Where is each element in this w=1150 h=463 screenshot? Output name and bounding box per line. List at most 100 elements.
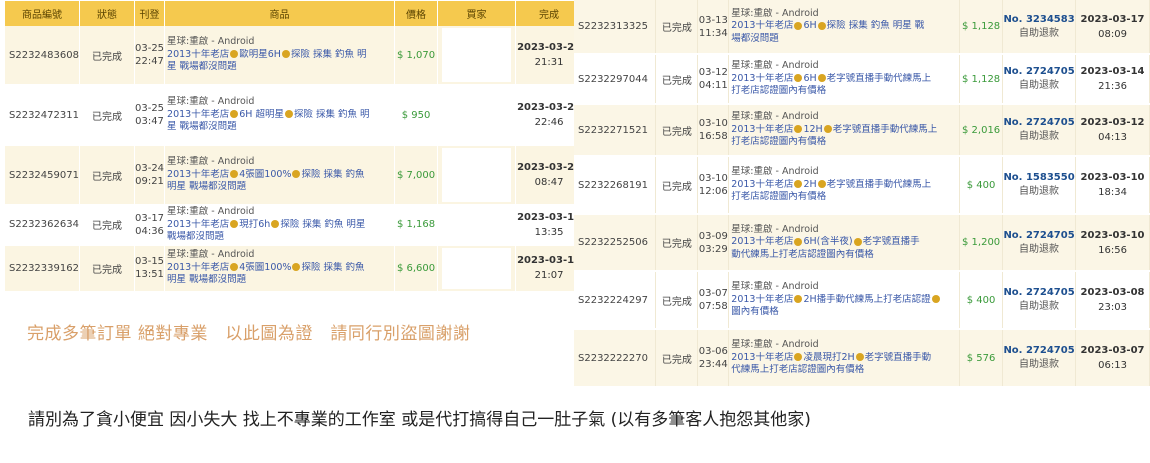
header-price[interactable]: 價格 <box>394 1 439 26</box>
buyer-no[interactable]: No. 2724705 <box>1003 345 1074 356</box>
medal-icon <box>230 50 239 59</box>
buyer-no-cell[interactable]: No. 2724705 自助退款 <box>1002 329 1077 388</box>
product-cell[interactable]: 星球:重啟 - Android 2013十年老店 2H播手動代練馬上打老店認證 圖內有… <box>728 271 961 330</box>
table-row[interactable]: S2232362634 已完成 03-17 04:36 星球:重啟 - Android 2… <box>5 205 584 246</box>
table-row[interactable]: S2232252506 已完成 03-09 03:29 星球:重啟 - Android 2… <box>574 214 1150 272</box>
buyer-no[interactable]: No. 2724705 <box>1003 66 1074 77</box>
product-id[interactable]: S2232268191 <box>574 156 657 215</box>
product-id[interactable]: S2232339162 <box>5 244 80 293</box>
product-id[interactable]: S2232313325 <box>574 0 657 55</box>
product-desc-a: 2013十年老店 <box>167 48 230 60</box>
buyer-no-cell[interactable]: No. 1583550 自助退款 <box>1002 156 1077 215</box>
listed-datetime: 03-13 11:34 <box>697 0 730 55</box>
product-id[interactable]: S2232297044 <box>574 54 657 105</box>
product-cell[interactable]: 星球:重啟 - Android 2013十年老店 6H 超明星 探險 採集 釣魚 明星… <box>164 85 396 146</box>
product-desc-line1[interactable]: 2013十年老店 4張圖100% 探險 採集 釣魚 <box>167 169 392 182</box>
buyer-no[interactable]: No. 2724705 <box>1003 230 1074 241</box>
product-desc-d[interactable]: 星 戰場都沒問題 <box>167 61 392 74</box>
buyer-no[interactable]: No. 1583550 <box>1003 172 1074 183</box>
product-desc-line1[interactable]: 2013十年老店 2H播手動代練馬上打老店認證 <box>731 294 957 307</box>
product-cell[interactable]: 星球:重啟 - Android 2013十年老店 歐明星6H 探險 採集 釣魚 明星 … <box>164 26 396 86</box>
product-cell[interactable]: 星球:重啟 - Android 2013十年老店 凌晨現打2H 老字號直播手動 代練馬上… <box>728 329 961 388</box>
product-title[interactable]: 星球:重啟 - Android <box>167 96 392 109</box>
product-id[interactable]: S2232222270 <box>574 329 657 388</box>
product-desc-d[interactable]: 打老店認證圖內有價格 <box>731 85 957 98</box>
product-desc-d[interactable]: 打老店認證圖內有價格 <box>731 191 957 204</box>
buyer-no-cell[interactable]: No. 2724705 自助退款 <box>1002 104 1077 157</box>
product-desc-line1[interactable]: 2013十年老店 凌晨現打2H 老字號直播手動 <box>731 352 957 365</box>
product-desc-line1[interactable]: 2013十年老店 2H 老字號直播手動代練馬上 <box>731 179 957 192</box>
buyer-no[interactable]: No. 2724705 <box>1003 287 1074 298</box>
product-id[interactable]: S2232362634 <box>5 205 80 246</box>
product-desc-d[interactable]: 代練馬上打老店認證圖內有價格 <box>731 364 957 377</box>
product-desc-d[interactable]: 戰場都沒問題 <box>167 231 392 243</box>
product-id[interactable]: S2232483608 <box>5 26 80 86</box>
product-desc-line1[interactable]: 2013十年老店 6H 探險 採集 釣魚 明星 戰 <box>731 20 957 33</box>
buyer-no[interactable]: No. 3234583 <box>1003 14 1074 25</box>
header-listed[interactable]: 刊登 <box>134 1 166 26</box>
table-row[interactable]: S2232459071 已完成 03-24 09:21 星球:重啟 - Android 2… <box>5 145 584 206</box>
product-cell[interactable]: 星球:重啟 - Android 2013十年老店 4張圖100% 探險 採集 釣魚 明星… <box>164 145 396 206</box>
product-desc-d[interactable]: 明星 戰場都沒問題 <box>167 181 392 194</box>
product-title[interactable]: 星球:重啟 - Android <box>731 339 957 352</box>
product-desc-line1[interactable]: 2013十年老店 歐明星6H 探險 採集 釣魚 明 <box>167 49 392 62</box>
product-desc-c: 探險 採集 釣魚 明星 <box>280 218 366 230</box>
table-row[interactable]: S2232224297 已完成 03-07 07:58 星球:重啟 - Android 2… <box>574 271 1150 330</box>
header-completed[interactable]: 完成 <box>515 1 584 26</box>
header-product-id[interactable]: 商品編號 <box>5 1 80 26</box>
product-desc-line1[interactable]: 2013十年老店 6H(含半夜) 老字號直播手 <box>731 236 957 249</box>
product-desc-d[interactable]: 場都沒問題 <box>731 33 957 46</box>
table-row[interactable]: S2232222270 已完成 03-06 23:44 星球:重啟 - Android 2… <box>574 329 1150 388</box>
product-desc-b: 6H <box>803 20 817 32</box>
product-title[interactable]: 星球:重啟 - Android <box>167 206 392 219</box>
table-row[interactable]: S2232483608 已完成 03-25 22:47 星球:重啟 - Android 2… <box>5 26 584 86</box>
product-cell[interactable]: 星球:重啟 - Android 2013十年老店 6H 老字號直播手動代練馬上 打老店認… <box>728 54 961 105</box>
medal-icon <box>817 21 826 30</box>
header-product[interactable]: 商品 <box>164 1 396 26</box>
product-id[interactable]: S2232472311 <box>5 85 80 146</box>
table-row[interactable]: S2232271521 已完成 03-10 16:58 星球:重啟 - Android 2… <box>574 104 1150 157</box>
product-desc-line1[interactable]: 2013十年老店 現打6h 探險 採集 釣魚 明星 <box>167 219 392 232</box>
product-title[interactable]: 星球:重啟 - Android <box>167 249 392 262</box>
product-desc-line1[interactable]: 2013十年老店 12H 老字號直播手動代練馬上 <box>731 124 957 137</box>
product-desc-line1[interactable]: 2013十年老店 6H 老字號直播手動代練馬上 <box>731 73 957 86</box>
header-buyer[interactable]: 買家 <box>437 1 517 26</box>
product-cell[interactable]: 星球:重啟 - Android 2013十年老店 現打6h 探險 採集 釣魚 明星 戰場… <box>164 205 396 246</box>
medal-icon <box>853 237 862 246</box>
table-row[interactable]: S2232472311 已完成 03-25 03:47 星球:重啟 - Android 2… <box>5 85 584 146</box>
product-title[interactable]: 星球:重啟 - Android <box>731 224 957 237</box>
product-id[interactable]: S2232252506 <box>574 214 657 272</box>
product-desc-d[interactable]: 明星 戰場都沒問題 <box>167 274 392 287</box>
buyer-no-cell[interactable]: No. 2724705 自助退款 <box>1002 54 1077 105</box>
product-id[interactable]: S2232459071 <box>5 145 80 206</box>
product-title[interactable]: 星球:重啟 - Android <box>731 60 957 73</box>
table-row[interactable]: S2232339162 已完成 03-15 13:51 星球:重啟 - Android 2… <box>5 244 584 293</box>
product-desc-d[interactable]: 打老店認證圖內有價格 <box>731 136 957 149</box>
product-title[interactable]: 星球:重啟 - Android <box>731 281 957 294</box>
product-cell[interactable]: 星球:重啟 - Android 2013十年老店 2H 老字號直播手動代練馬上 打老店認… <box>728 156 961 215</box>
product-title[interactable]: 星球:重啟 - Android <box>731 166 957 179</box>
product-desc-d[interactable]: 圖內有價格 <box>731 306 957 319</box>
product-desc-line1[interactable]: 2013十年老店 6H 超明星 探險 採集 釣魚 明 <box>167 109 392 122</box>
product-title[interactable]: 星球:重啟 - Android <box>731 111 957 124</box>
table-row[interactable]: S2232268191 已完成 03-10 12:06 星球:重啟 - Android 2… <box>574 156 1150 215</box>
product-title[interactable]: 星球:重啟 - Android <box>167 156 392 169</box>
product-desc-d[interactable]: 星 戰場都沒問題 <box>167 121 392 134</box>
product-title[interactable]: 星球:重啟 - Android <box>167 36 392 49</box>
table-row[interactable]: S2232297044 已完成 03-12 04:11 星球:重啟 - Android 2… <box>574 54 1150 105</box>
buyer-no[interactable]: No. 2724705 <box>1003 117 1074 128</box>
product-cell[interactable]: 星球:重啟 - Android 2013十年老店 12H 老字號直播手動代練馬上 打老店… <box>728 104 961 157</box>
buyer-no-cell[interactable]: No. 2724705 自助退款 <box>1002 214 1077 272</box>
header-status[interactable]: 狀態 <box>79 1 135 26</box>
buyer-no-cell[interactable]: No. 2724705 自助退款 <box>1002 271 1077 330</box>
product-title[interactable]: 星球:重啟 - Android <box>731 8 957 21</box>
product-cell[interactable]: 星球:重啟 - Android 2013十年老店 6H 探險 採集 釣魚 明星 戰場都… <box>728 0 961 55</box>
product-id[interactable]: S2232271521 <box>574 104 657 157</box>
table-row[interactable]: S2232313325 已完成 03-13 11:34 星球:重啟 - Android 2… <box>574 0 1150 55</box>
product-id[interactable]: S2232224297 <box>574 271 657 330</box>
product-cell[interactable]: 星球:重啟 - Android 2013十年老店 4張圖100% 探險 採集 釣魚 明星… <box>164 244 396 293</box>
product-cell[interactable]: 星球:重啟 - Android 2013十年老店 6H(含半夜) 老字號直播手 動代練馬… <box>728 214 961 272</box>
product-desc-d[interactable]: 動代練馬上打老店認證圖內有價格 <box>731 249 957 262</box>
buyer-no-cell[interactable]: No. 3234583 自助退款 <box>1002 0 1077 55</box>
product-desc-line1[interactable]: 2013十年老店 4張圖100% 探險 採集 釣魚 <box>167 262 392 275</box>
